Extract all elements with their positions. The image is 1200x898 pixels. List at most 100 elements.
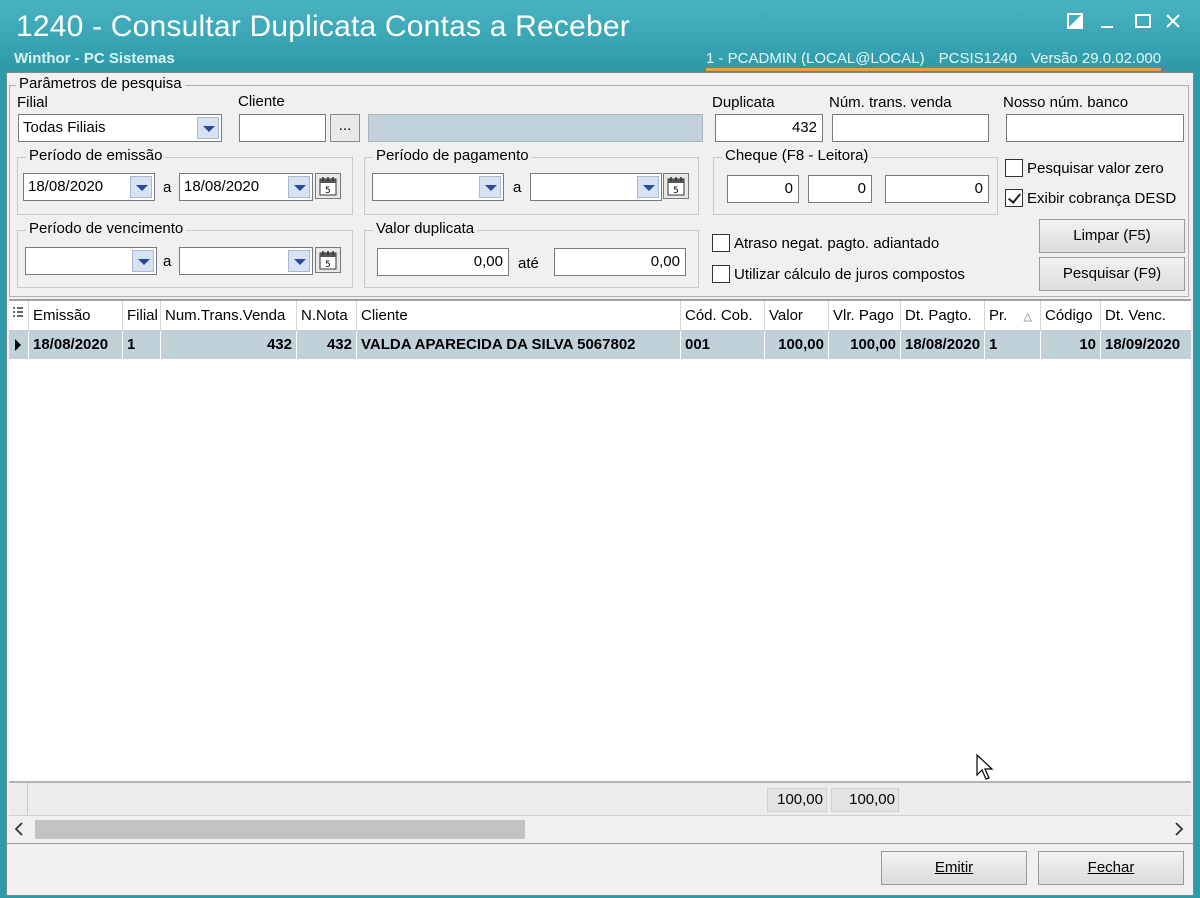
limpar-button[interactable]: Limpar (F5)	[1039, 219, 1185, 253]
column-header-codigo[interactable]: Código	[1041, 301, 1101, 331]
cheque-input-1[interactable]: 0	[727, 175, 799, 203]
valor-from-input[interactable]: 0,00	[377, 248, 509, 276]
footer-divider	[7, 843, 1193, 844]
cell-cliente: VALDA APARECIDA DA SILVA 5067802	[357, 331, 681, 359]
column-header-filial[interactable]: Filial	[123, 301, 161, 331]
num-trans-input[interactable]	[832, 114, 989, 142]
column-header-num-trans[interactable]: Num.Trans.Venda	[161, 301, 297, 331]
fechar-label: Fechar	[1087, 859, 1135, 876]
column-header-dt-pagto[interactable]: Dt. Pagto.	[901, 301, 985, 331]
column-header-valor[interactable]: Valor	[765, 301, 829, 331]
form-body: Parâmetros de pesquisa Filial Todas Fili…	[6, 72, 1194, 896]
scroll-right-icon[interactable]	[1173, 821, 1185, 841]
cliente-name-field	[368, 114, 703, 142]
column-chooser-icon[interactable]	[9, 301, 29, 331]
scroll-left-icon[interactable]	[13, 821, 25, 841]
chevron-down-icon[interactable]	[132, 250, 154, 272]
column-header-cliente[interactable]: Cliente	[357, 301, 681, 331]
user-label: 1 - PCADMIN (LOCAL@LOCAL)	[706, 50, 925, 67]
restore-icon[interactable]	[1064, 12, 1086, 34]
maximize-icon[interactable]	[1132, 12, 1154, 34]
session-info: 1 - PCADMIN (LOCAL@LOCAL) PCSIS1240 Versão…	[706, 50, 1162, 71]
cliente-search-button[interactable]: ...	[330, 114, 360, 142]
pagamento-title: Período de pagamento	[373, 147, 532, 164]
column-header-nota[interactable]: N.Nota	[297, 301, 357, 331]
title-bar: 1240 - Consultar Duplicata Contas a Rece…	[0, 0, 1200, 72]
scrollbar-thumb[interactable]	[35, 820, 525, 839]
cell-valor: 100,00	[765, 331, 829, 359]
total-vlr-pago: 100,00	[831, 788, 899, 812]
vencimento-to-date[interactable]	[179, 247, 313, 275]
emissao-to-value: 18/08/2020	[184, 178, 260, 195]
window-title: 1240 - Consultar Duplicata Contas a Rece…	[16, 10, 630, 43]
grid-totals-bar: 100,00 100,00	[9, 781, 1191, 815]
minimize-icon[interactable]	[1096, 12, 1118, 34]
total-valor: 100,00	[767, 788, 827, 812]
emitir-label: Emitir	[934, 859, 974, 876]
pagamento-sep: a	[513, 179, 522, 196]
duplicata-label: Duplicata	[712, 94, 775, 111]
vencimento-title: Período de vencimento	[26, 220, 187, 237]
valor-to-input[interactable]: 0,00	[554, 248, 686, 276]
chevron-down-icon[interactable]	[637, 176, 659, 198]
atraso-checkbox[interactable]	[712, 234, 730, 252]
column-header-pr[interactable]: Pr. △	[985, 301, 1041, 331]
calendar-icon[interactable]: 5	[315, 173, 341, 199]
emissao-to-date[interactable]: 18/08/2020	[179, 173, 313, 201]
chevron-down-icon[interactable]	[197, 117, 219, 139]
emissao-from-value: 18/08/2020	[28, 178, 104, 195]
emissao-from-date[interactable]: 18/08/2020	[23, 173, 155, 201]
chevron-down-icon[interactable]	[288, 250, 310, 272]
cheque-input-3[interactable]: 0	[885, 175, 989, 203]
pagamento-to-date[interactable]	[530, 173, 662, 201]
calendar-icon[interactable]: 5	[663, 173, 689, 199]
chevron-down-icon[interactable]	[479, 176, 501, 198]
cell-vlr-pago: 100,00	[829, 331, 901, 359]
grid-header: Emissão Filial Num.Trans.Venda N.Nota Cl…	[9, 301, 1191, 331]
vencimento-sep: a	[163, 253, 172, 270]
application-window: 1240 - Consultar Duplicata Contas a Rece…	[0, 0, 1200, 898]
cliente-code-input[interactable]	[239, 114, 326, 142]
chevron-down-icon[interactable]	[288, 176, 310, 198]
cell-cod-cob: 001	[681, 331, 765, 359]
program-label: PCSIS1240	[938, 50, 1017, 67]
juros-checkbox[interactable]	[712, 265, 730, 283]
emissao-title: Período de emissão	[26, 147, 166, 164]
pesquisar-zero-checkbox[interactable]	[1005, 159, 1023, 177]
cell-nota: 432	[297, 331, 357, 359]
nosso-num-input[interactable]	[1006, 114, 1184, 142]
pesquisar-button[interactable]: Pesquisar (F9)	[1039, 257, 1185, 291]
pagamento-from-date[interactable]	[372, 173, 504, 201]
nosso-num-label: Nosso núm. banco	[1003, 94, 1129, 111]
filial-select[interactable]: Todas Filiais	[18, 114, 222, 142]
horizontal-scrollbar[interactable]	[9, 815, 1191, 841]
fechar-button[interactable]: Fechar	[1038, 851, 1184, 885]
column-header-cod-cob[interactable]: Cód. Cob.	[681, 301, 765, 331]
column-header-emissao[interactable]: Emissão	[29, 301, 123, 331]
calendar-icon[interactable]: 5	[315, 247, 341, 273]
column-header-dt-venc[interactable]: Dt. Venc.	[1101, 301, 1191, 331]
vencimento-from-date[interactable]	[25, 247, 157, 275]
cell-codigo: 10	[1041, 331, 1101, 359]
emitir-button[interactable]: Emitir	[881, 851, 1027, 885]
cell-emissao: 18/08/2020	[29, 331, 123, 359]
svg-text:5: 5	[673, 186, 679, 196]
close-icon[interactable]	[1162, 12, 1184, 34]
table-row[interactable]: 18/08/2020 1 432 432 VALDA APARECIDA DA …	[9, 331, 1191, 359]
chevron-down-icon[interactable]	[130, 176, 152, 198]
cell-dt-pagto: 18/08/2020	[901, 331, 985, 359]
filial-label: Filial	[17, 94, 48, 111]
cheque-input-2[interactable]: 0	[808, 175, 872, 203]
column-header-vlr-pago[interactable]: Vlr. Pago	[829, 301, 901, 331]
cliente-label: Cliente	[238, 93, 285, 110]
svg-text:5: 5	[325, 260, 331, 270]
cell-filial: 1	[123, 331, 161, 359]
duplicata-input[interactable]: 432	[715, 114, 823, 142]
app-subtitle: Winthor - PC Sistemas	[14, 50, 175, 67]
emissao-sep: a	[163, 179, 172, 196]
pesquisar-zero-label: Pesquisar valor zero	[1027, 160, 1164, 177]
results-grid[interactable]: Emissão Filial Num.Trans.Venda N.Nota Cl…	[9, 299, 1191, 785]
column-header-pr-label: Pr.	[989, 307, 1008, 324]
totals-divider	[27, 783, 28, 815]
exibir-cobranca-checkbox[interactable]	[1005, 189, 1023, 207]
